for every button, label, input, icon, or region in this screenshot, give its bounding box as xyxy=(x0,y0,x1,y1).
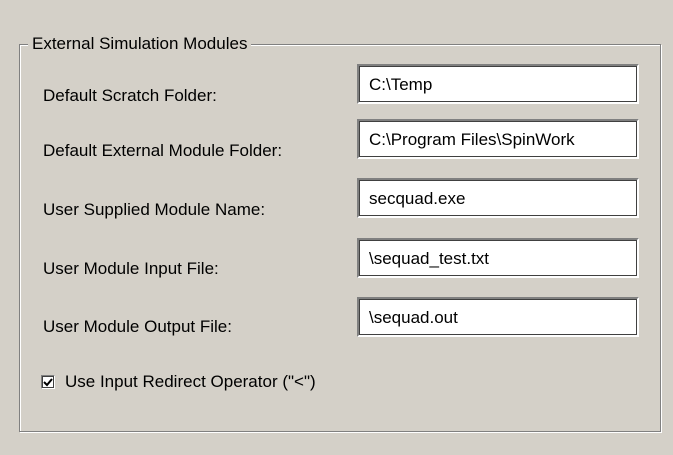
group-title: External Simulation Modules xyxy=(28,34,252,54)
user-supplied-module-name-input[interactable] xyxy=(357,178,639,218)
user-supplied-module-name-label: User Supplied Module Name: xyxy=(43,200,266,219)
user-module-input-file-input[interactable] xyxy=(357,238,639,278)
default-external-module-folder-label: Default External Module Folder: xyxy=(43,141,283,160)
default-scratch-folder-input[interactable] xyxy=(357,64,639,104)
use-input-redirect-label: Use Input Redirect Operator ("<") xyxy=(65,372,316,391)
use-input-redirect-checkbox[interactable] xyxy=(41,375,55,389)
user-module-input-file-label: User Module Input File: xyxy=(43,259,219,278)
user-module-output-file-input[interactable] xyxy=(357,297,639,337)
default-scratch-folder-label: Default Scratch Folder: xyxy=(43,86,217,105)
use-input-redirect-option[interactable]: Use Input Redirect Operator ("<") xyxy=(41,372,316,392)
default-external-module-folder-input[interactable] xyxy=(357,119,639,159)
checkmark-icon xyxy=(43,378,53,387)
user-module-output-file-label: User Module Output File: xyxy=(43,317,232,336)
